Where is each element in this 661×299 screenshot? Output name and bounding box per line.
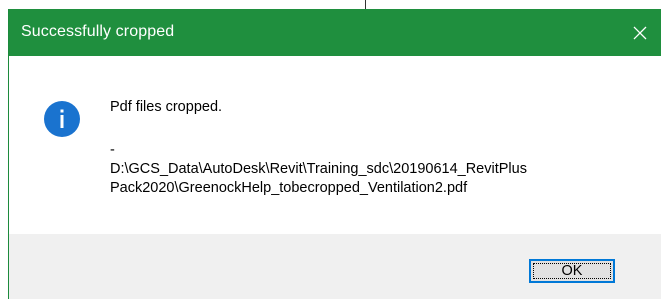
dialog-message: Pdf files cropped. - D:\GCS_Data\AutoDes…: [110, 98, 640, 198]
message-line: -: [110, 142, 115, 158]
ok-button-label: OK: [561, 263, 583, 279]
message-line: Pdf files cropped.: [110, 99, 223, 115]
dialog-footer: OK: [9, 234, 661, 299]
dialog-content: Pdf files cropped. - D:\GCS_Data\AutoDes…: [9, 56, 661, 234]
title-bar[interactable]: Successfully cropped: [9, 9, 661, 56]
background-window-edge: [365, 0, 366, 9]
close-button[interactable]: [619, 9, 661, 56]
message-line: D:\GCS_Data\AutoDesk\Revit\Training_sdc\…: [110, 161, 527, 177]
dialog-title: Successfully cropped: [21, 23, 175, 40]
screen: Successfully cropped Pdf files cropped. …: [0, 0, 661, 299]
message-dialog: Successfully cropped Pdf files cropped. …: [8, 9, 661, 299]
message-line: Pack2020\GreenockHelp_tobecropped_Ventil…: [110, 180, 468, 196]
ok-button[interactable]: OK: [529, 259, 615, 283]
close-icon: [633, 26, 647, 39]
info-icon: [44, 101, 80, 137]
